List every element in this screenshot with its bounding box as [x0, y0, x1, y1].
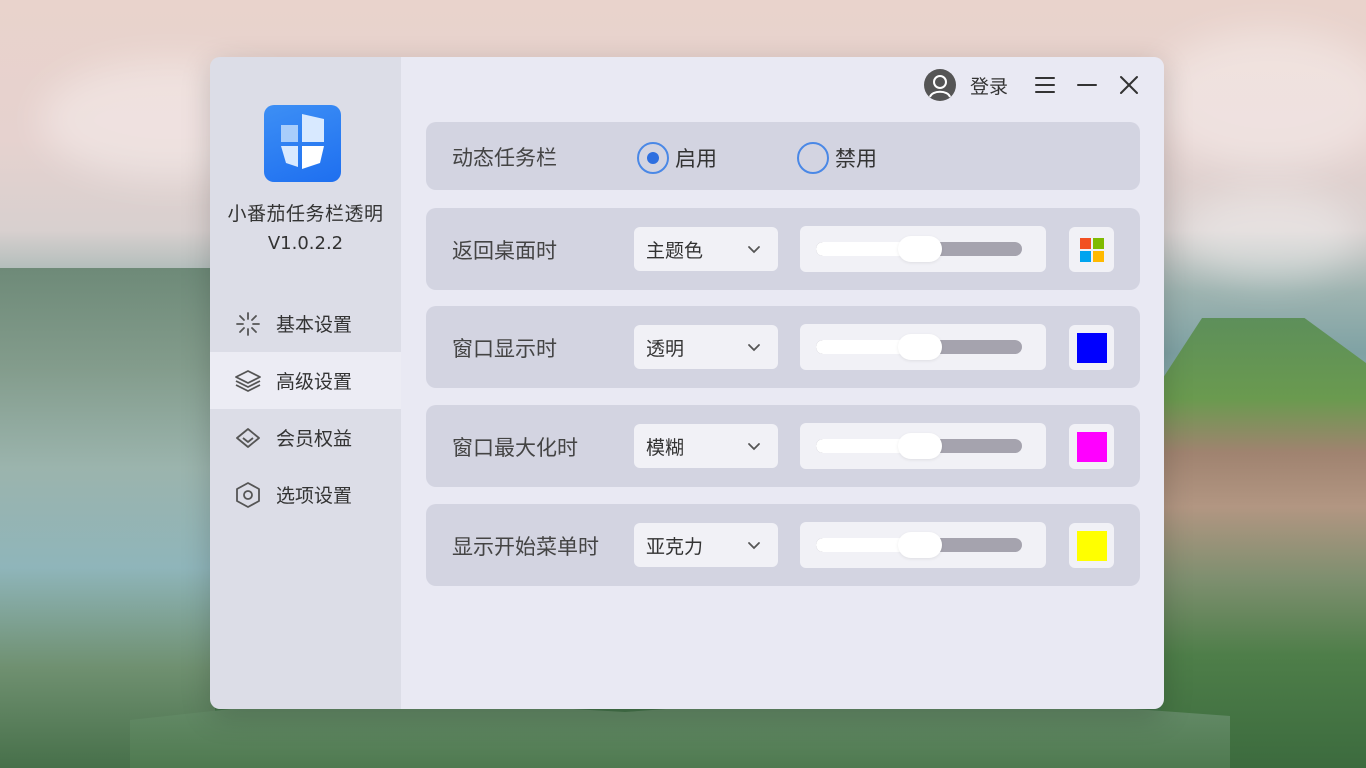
sidebar: 小番茄任务栏透明 V1.0.2.2 基本设置 高级设置 会员权益 选项设置: [210, 57, 401, 709]
opacity-slider[interactable]: [800, 226, 1046, 272]
radio-circle-unchecked: [797, 142, 829, 174]
color-swatch: [1076, 332, 1107, 363]
sidebar-item-option-settings[interactable]: 选项设置: [210, 466, 401, 523]
sidebar-item-member-benefits[interactable]: 会员权益: [210, 409, 401, 466]
mode-select[interactable]: 主题色: [634, 227, 778, 271]
color-picker-button[interactable]: [1069, 325, 1114, 370]
setting-label: 显示开始菜单时: [452, 535, 599, 559]
opacity-slider[interactable]: [800, 324, 1046, 370]
mode-select-value: 透明: [646, 337, 685, 360]
setting-label: 窗口显示时: [452, 337, 557, 361]
radio-enable[interactable]: 启用: [637, 142, 717, 174]
diamond-icon: [234, 424, 262, 452]
color-picker-button[interactable]: [1069, 227, 1114, 272]
sidebar-item-label: 会员权益: [276, 428, 353, 450]
chevron-down-icon: [748, 443, 760, 451]
mode-select-value: 主题色: [646, 239, 704, 262]
dynamic-taskbar-radio-group: 启用 禁用: [637, 142, 957, 174]
dynamic-taskbar-row: 动态任务栏 启用 禁用: [426, 122, 1140, 190]
setting-row-return-desktop: 返回桌面时 主题色: [426, 208, 1140, 290]
radio-label: 禁用: [835, 147, 877, 171]
mode-select-value: 亚克力: [646, 535, 704, 558]
radio-disable[interactable]: 禁用: [797, 142, 877, 174]
minimize-icon[interactable]: [1076, 74, 1098, 96]
chevron-down-icon: [748, 542, 760, 550]
mode-select[interactable]: 透明: [634, 325, 778, 369]
radio-label: 启用: [675, 147, 717, 171]
layers-icon: [234, 367, 262, 395]
chevron-down-icon: [748, 246, 760, 254]
opacity-slider[interactable]: [800, 522, 1046, 568]
color-swatch: [1076, 431, 1107, 462]
login-link[interactable]: 登录: [970, 72, 1008, 99]
sidebar-item-basic-settings[interactable]: 基本设置: [210, 295, 401, 352]
windows-logo-icon: [1079, 237, 1104, 262]
setting-row-window-maximized: 窗口最大化时 模糊: [426, 405, 1140, 487]
dynamic-taskbar-label: 动态任务栏: [452, 146, 557, 170]
setting-label: 返回桌面时: [452, 239, 557, 263]
slider-thumb[interactable]: [898, 334, 942, 360]
slider-thumb[interactable]: [898, 532, 942, 558]
hexagon-settings-icon: [234, 481, 262, 509]
app-logo: [264, 105, 341, 182]
main-panel: 登录 动态任务栏 启用 禁用 返回桌面时 主题色 窗口显示时 透明 窗口最大化时…: [401, 57, 1164, 709]
setting-label: 窗口最大化时: [452, 436, 578, 460]
menu-icon[interactable]: [1034, 74, 1056, 96]
close-icon[interactable]: [1118, 74, 1140, 96]
opacity-slider[interactable]: [800, 423, 1046, 469]
radio-circle-checked: [637, 142, 669, 174]
sidebar-item-label: 基本设置: [276, 314, 353, 336]
app-name: 小番茄任务栏透明: [227, 203, 384, 225]
chevron-down-icon: [748, 344, 760, 352]
slider-thumb[interactable]: [898, 433, 942, 459]
sparkle-icon: [234, 310, 262, 338]
sidebar-item-label: 选项设置: [276, 485, 353, 507]
slider-thumb[interactable]: [898, 236, 942, 262]
mode-select[interactable]: 模糊: [634, 424, 778, 468]
mode-select-value: 模糊: [646, 436, 685, 459]
mode-select[interactable]: 亚克力: [634, 523, 778, 567]
app-window: 小番茄任务栏透明 V1.0.2.2 基本设置 高级设置 会员权益 选项设置 登录…: [210, 57, 1164, 709]
user-avatar-icon[interactable]: [923, 69, 956, 101]
setting-row-start-menu: 显示开始菜单时 亚克力: [426, 504, 1140, 586]
color-picker-button[interactable]: [1069, 424, 1114, 469]
sidebar-item-advanced-settings[interactable]: 高级设置: [210, 352, 401, 409]
sidebar-nav: 基本设置 高级设置 会员权益 选项设置: [210, 295, 401, 523]
color-swatch: [1076, 530, 1107, 561]
setting-row-window-shown: 窗口显示时 透明: [426, 306, 1140, 388]
app-version: V1.0.2.2: [267, 233, 344, 254]
sidebar-item-label: 高级设置: [276, 371, 353, 393]
titlebar: 登录: [923, 68, 1140, 102]
color-picker-button[interactable]: [1069, 523, 1114, 568]
